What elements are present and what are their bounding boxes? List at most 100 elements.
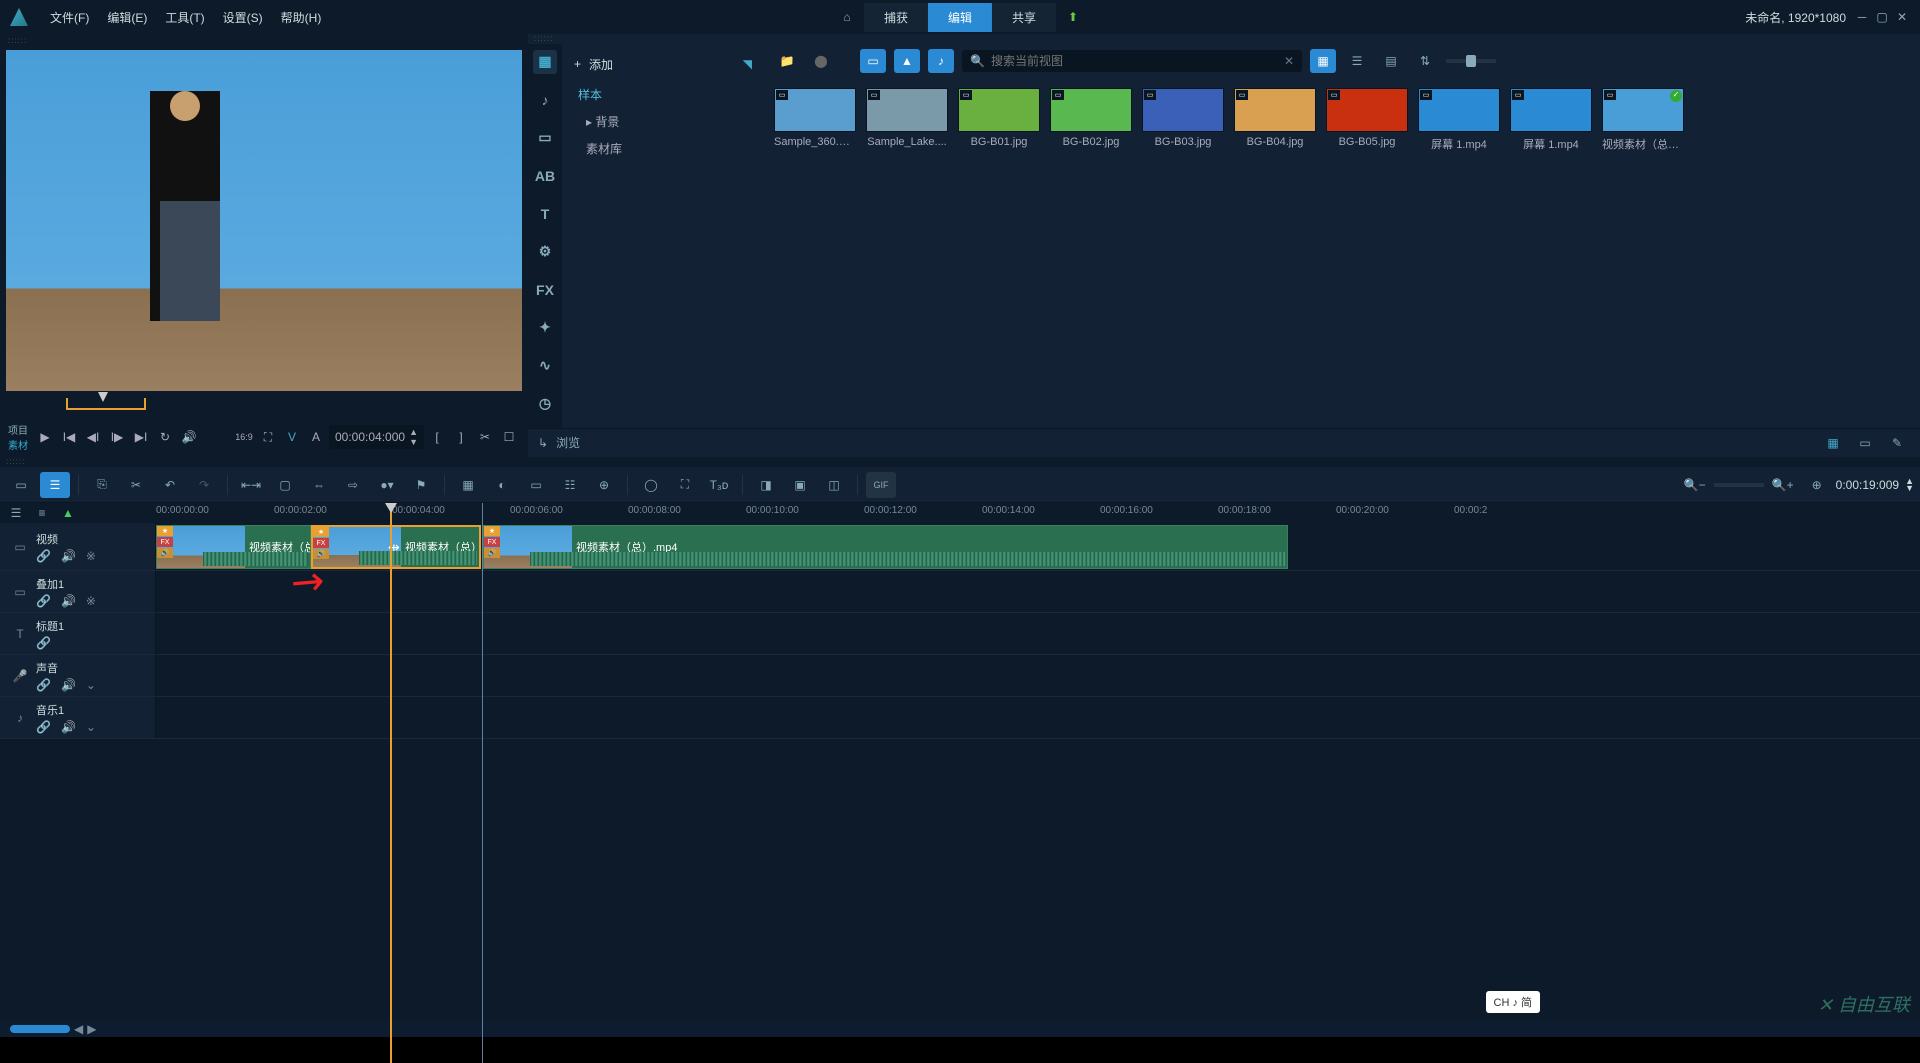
multicam-icon[interactable]: ▦ bbox=[453, 472, 483, 498]
filter-photo-icon[interactable]: ▲ bbox=[894, 49, 920, 73]
go-end-icon[interactable]: ▶I bbox=[130, 426, 152, 448]
link-icon[interactable]: 🔗 bbox=[36, 720, 51, 734]
panel-grip[interactable]: :::::: bbox=[528, 34, 1920, 44]
expand-icon[interactable]: ⌄ bbox=[86, 678, 96, 692]
clip-3[interactable]: ★FX🔊 视频素材（总）.mp4 bbox=[483, 525, 1288, 569]
browse-arrow-icon[interactable]: ↳ bbox=[538, 436, 548, 450]
tracking-category-icon[interactable]: ◷ bbox=[533, 392, 557, 416]
fit-icon[interactable]: ▢ bbox=[270, 472, 300, 498]
browse-button[interactable]: 浏览 bbox=[556, 434, 580, 451]
storyboard-view-icon[interactable]: ▭ bbox=[6, 472, 36, 498]
thumb-item[interactable]: ▭BG-B03.jpg bbox=[1142, 88, 1224, 152]
marker-icon[interactable]: ⚑ bbox=[406, 472, 436, 498]
fit-timeline-icon[interactable]: ⊕ bbox=[1802, 472, 1832, 498]
voice-track-content[interactable] bbox=[156, 655, 1920, 696]
menu-settings[interactable]: 设置(S) bbox=[223, 9, 263, 26]
slide-icon[interactable]: ⇨ bbox=[338, 472, 368, 498]
import-icon[interactable]: 📁 bbox=[774, 49, 800, 73]
options-icon-2[interactable]: ▭ bbox=[1852, 431, 1878, 455]
preview-viewport[interactable] bbox=[6, 50, 522, 391]
video-track-content[interactable]: ★FX🔊 视频素材（总 ★FX🔊 视频素材（总） ★FX🔊 视频素材（总）.mp… bbox=[156, 523, 1920, 570]
path-category-icon[interactable]: ∿ bbox=[533, 354, 557, 378]
thumb-item[interactable]: ▭BG-B04.jpg bbox=[1234, 88, 1316, 152]
snapshot-icon[interactable]: ☐ bbox=[498, 426, 520, 448]
ripple-icon[interactable]: ⇤⇥ bbox=[236, 472, 266, 498]
mute-icon[interactable]: 🔊 bbox=[61, 720, 76, 734]
redo-icon[interactable]: ↷ bbox=[189, 472, 219, 498]
record-icon[interactable]: ⬤ bbox=[808, 49, 834, 73]
gif-export-icon[interactable]: GIF bbox=[866, 472, 896, 498]
timeline-timecode[interactable]: 0:00:19:009 bbox=[1836, 478, 1899, 492]
options-icon-3[interactable]: ✎ bbox=[1884, 431, 1910, 455]
lock-icon[interactable]: ※ bbox=[86, 549, 96, 563]
pan-zoom-icon[interactable]: ⛶ bbox=[670, 472, 700, 498]
thumb-item[interactable]: ▭屏幕 1.mp4 bbox=[1418, 88, 1500, 152]
add-button[interactable]: + 添加 ◥ bbox=[562, 48, 764, 81]
subtitle-icon[interactable]: ☷ bbox=[555, 472, 585, 498]
search-input[interactable] bbox=[991, 54, 1278, 68]
mute-icon[interactable]: 🔊 bbox=[61, 549, 76, 563]
go-start-icon[interactable]: I◀ bbox=[58, 426, 80, 448]
mute-icon[interactable]: 🔊 bbox=[61, 594, 76, 608]
timecode-stepper-icon[interactable]: ▲▼ bbox=[409, 427, 418, 447]
view-detail-icon[interactable]: ▤ bbox=[1378, 49, 1404, 73]
title-category-icon[interactable]: T bbox=[533, 202, 557, 226]
lock-icon[interactable]: ※ bbox=[86, 594, 96, 608]
fx-category-icon[interactable]: FX bbox=[533, 278, 557, 302]
tab-edit[interactable]: 编辑 bbox=[928, 3, 992, 32]
link-icon[interactable]: 🔗 bbox=[36, 678, 51, 692]
tree-library[interactable]: 素材库 bbox=[562, 135, 764, 162]
scroll-left-icon[interactable]: ◀ bbox=[74, 1022, 83, 1036]
tree-background[interactable]: ▸ 背景 bbox=[562, 108, 764, 135]
media-category-icon[interactable]: ▦ bbox=[533, 50, 557, 74]
tracking-icon[interactable]: ⊕ bbox=[589, 472, 619, 498]
view-thumb-icon[interactable]: ▦ bbox=[1310, 49, 1336, 73]
volume-icon[interactable]: 🔊 bbox=[178, 426, 200, 448]
next-frame-icon[interactable]: I▶ bbox=[106, 426, 128, 448]
sort-icon[interactable]: ⇅ bbox=[1412, 49, 1438, 73]
menu-help[interactable]: 帮助(H) bbox=[281, 9, 322, 26]
slip-icon[interactable]: ⇔ bbox=[304, 472, 334, 498]
menu-file[interactable]: 文件(F) bbox=[50, 9, 89, 26]
thumb-item[interactable]: ▭BG-B01.jpg bbox=[958, 88, 1040, 152]
thumb-item[interactable]: ▭Sample_360.m... bbox=[774, 88, 856, 152]
expand-icon[interactable]: ⌄ bbox=[86, 720, 96, 734]
timeline-ruler[interactable]: 00:00:00:0000:00:02:0000:00:04:0000:00:0… bbox=[156, 503, 1920, 523]
link-icon[interactable]: 🔗 bbox=[36, 549, 51, 563]
timeline-view-icon[interactable]: ☰ bbox=[40, 472, 70, 498]
thumb-item[interactable]: ▭Sample_Lake.... bbox=[866, 88, 948, 152]
zoom-in-icon[interactable]: 🔍+ bbox=[1768, 472, 1798, 498]
playhead[interactable] bbox=[390, 503, 392, 1063]
zoom-out-icon[interactable]: 🔍− bbox=[1680, 472, 1710, 498]
mode-clip-label[interactable]: 素材 bbox=[8, 437, 28, 452]
play-icon[interactable]: ▶ bbox=[34, 426, 56, 448]
color-category-icon[interactable]: ✦ bbox=[533, 316, 557, 340]
record-vo-icon[interactable]: ●▾ bbox=[372, 472, 402, 498]
split-icon[interactable]: ◨ bbox=[751, 472, 781, 498]
mute-icon[interactable]: 🔊 bbox=[61, 678, 76, 692]
undo-icon[interactable]: ↶ bbox=[155, 472, 185, 498]
clear-search-icon[interactable]: ✕ bbox=[1284, 54, 1294, 68]
panel-grip[interactable]: :::::: bbox=[2, 36, 526, 46]
motion-icon[interactable]: ◯ bbox=[636, 472, 666, 498]
link-icon[interactable]: 🔗 bbox=[36, 636, 51, 650]
thumb-item[interactable]: ▭BG-B05.jpg bbox=[1326, 88, 1408, 152]
transition-category-icon[interactable]: AB bbox=[533, 164, 557, 188]
3d-title-icon[interactable]: T₃ᴅ bbox=[704, 472, 734, 498]
filter-audio-icon[interactable]: ♪ bbox=[928, 49, 954, 73]
cut-icon[interactable]: ✂ bbox=[121, 472, 151, 498]
minimize-icon[interactable]: ─ bbox=[1854, 9, 1870, 25]
tree-sample[interactable]: 样本 bbox=[562, 81, 764, 108]
title-track-content[interactable] bbox=[156, 613, 1920, 654]
tab-share[interactable]: 共享 bbox=[992, 3, 1056, 32]
maximize-icon[interactable]: ▢ bbox=[1874, 9, 1890, 25]
scroll-right-icon[interactable]: ▶ bbox=[87, 1022, 96, 1036]
mark-out-icon[interactable]: ] bbox=[450, 426, 472, 448]
trim-bar[interactable] bbox=[8, 398, 520, 414]
mask-icon[interactable]: ◐ bbox=[487, 472, 517, 498]
mark-in-icon[interactable]: [ bbox=[426, 426, 448, 448]
thumb-item[interactable]: ▭BG-B02.jpg bbox=[1050, 88, 1132, 152]
split-scene-icon[interactable]: ✂ bbox=[474, 426, 496, 448]
thumb-size-slider[interactable] bbox=[1446, 59, 1496, 63]
panel-grip[interactable]: :::::: bbox=[0, 457, 1920, 467]
